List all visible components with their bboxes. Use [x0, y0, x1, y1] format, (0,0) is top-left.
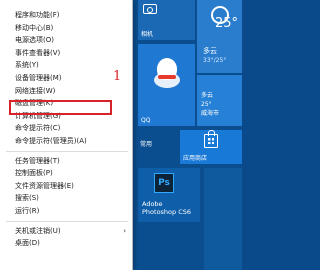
menu-item-command-prompt[interactable]: 命令提示符(C): [0, 122, 132, 135]
qq-penguin-icon: [154, 58, 180, 90]
weather-tile[interactable]: 25° 多云 33°/25°: [197, 0, 242, 73]
highlight-box: [9, 100, 112, 115]
photoshop-tile[interactable]: Ps Adobe Photoshop CS6: [138, 168, 200, 222]
menu-item-desktop[interactable]: 桌面(D): [0, 237, 132, 250]
menu-item-mobility-center[interactable]: 移动中心(B): [0, 22, 132, 35]
menu-item-command-prompt-admin[interactable]: 命令提示符(管理员)(A): [0, 135, 132, 148]
submenu-arrow-icon: ›: [123, 226, 126, 235]
weather-temperature: 25°: [214, 16, 238, 31]
qq-tile[interactable]: QQ: [138, 44, 195, 126]
menu-item-control-panel[interactable]: 控制面板(P): [0, 167, 132, 180]
menu-separator: [6, 150, 128, 152]
menu-item-file-explorer[interactable]: 文件资源管理器(E): [0, 180, 132, 193]
menu-item-event-viewer[interactable]: 事件查看器(V): [0, 47, 132, 60]
camera-icon: [143, 4, 157, 14]
weather-city-condition: 多云: [201, 92, 214, 99]
qq-tile-label: QQ: [141, 117, 151, 124]
weather-city-temp: 25°: [201, 101, 212, 108]
menu-item-power-options[interactable]: 电源选项(O): [0, 34, 132, 47]
photoshop-icon: Ps: [154, 173, 174, 193]
store-tile[interactable]: 应用商店: [180, 130, 242, 164]
menu-item-shutdown-label: 关机或注销(U): [15, 226, 61, 235]
photoshop-label-vendor: Adobe: [142, 200, 163, 208]
store-tile-label: 应用商店: [183, 155, 208, 162]
weather-range: 33°/25°: [203, 57, 227, 64]
menu-separator: [6, 220, 128, 222]
weather-condition: 多云: [203, 47, 217, 55]
menu-item-programs-features[interactable]: 程序和功能(F): [0, 9, 132, 22]
tile-group-label: 常用: [140, 141, 153, 148]
weather-city-name: 威海市: [201, 110, 220, 117]
photoshop-label-name: Photoshop CS6: [142, 208, 192, 216]
partial-tile[interactable]: [204, 168, 242, 270]
store-bag-icon: [204, 130, 218, 148]
camera-tile-label: 相机: [141, 31, 154, 38]
annotation-step-number: 1: [113, 69, 122, 84]
menu-item-shutdown-signout[interactable]: 关机或注销(U) ›: [0, 225, 132, 238]
menu-item-network-connections[interactable]: 网络连接(W): [0, 85, 132, 98]
power-user-menu: 程序和功能(F) 移动中心(B) 电源选项(O) 事件查看器(V) 系统(Y) …: [0, 0, 133, 270]
menu-item-task-manager[interactable]: 任务管理器(T): [0, 155, 132, 168]
camera-tile[interactable]: 相机: [138, 0, 195, 40]
weather-city-tile[interactable]: 多云 25° 威海市: [197, 75, 242, 126]
menu-item-search[interactable]: 搜索(S): [0, 192, 132, 205]
menu-item-run[interactable]: 运行(R): [0, 205, 132, 218]
